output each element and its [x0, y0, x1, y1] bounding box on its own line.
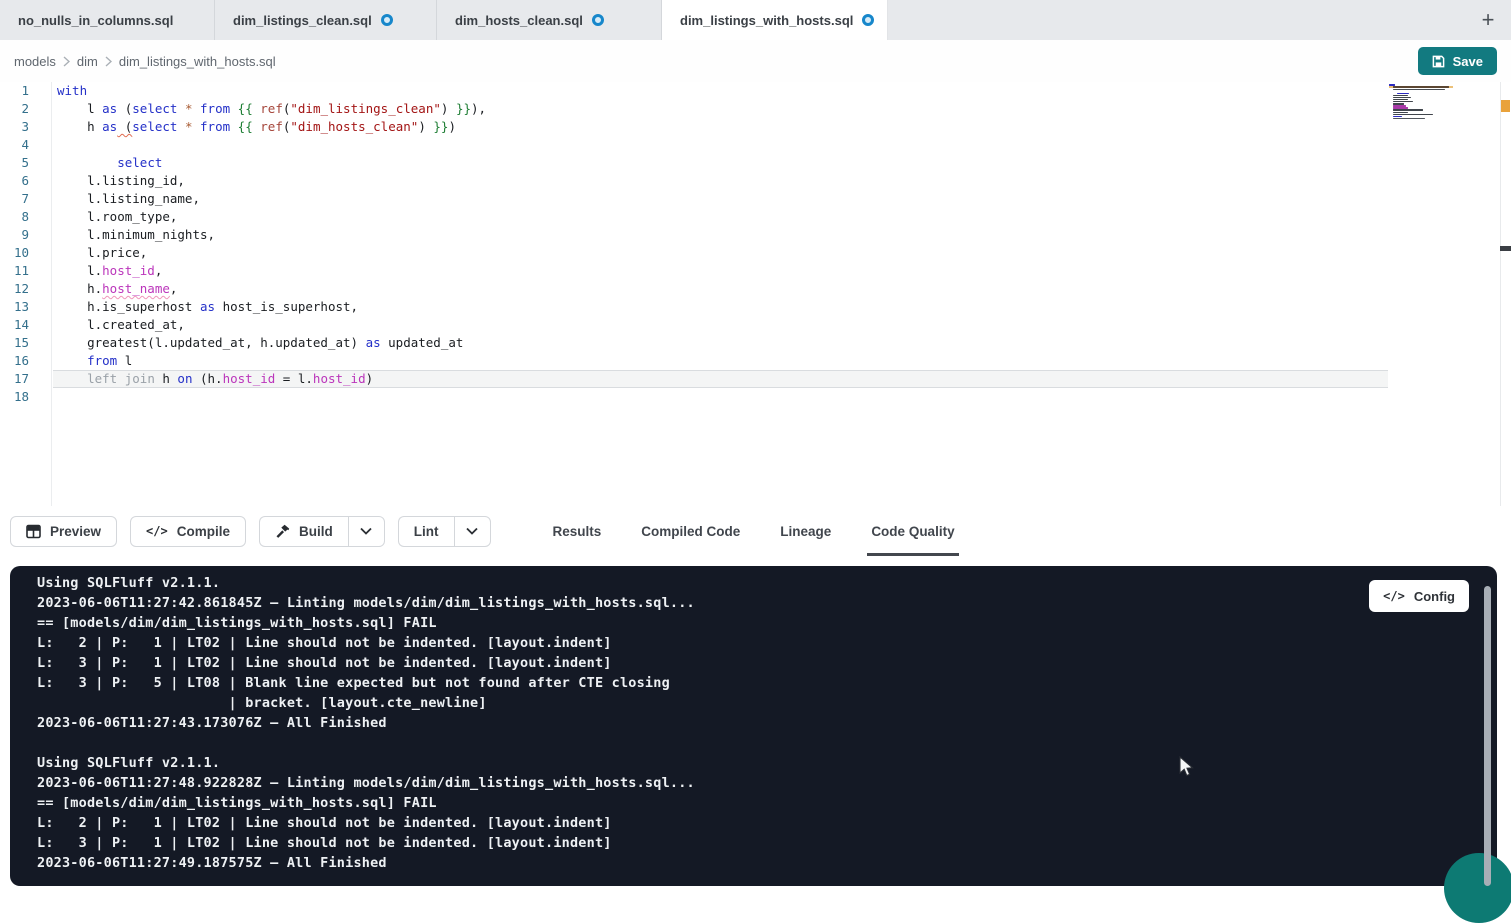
code-line-18 [53, 388, 1388, 406]
line-number: 8 [0, 208, 51, 226]
line-number: 13 [0, 298, 51, 316]
lint-button[interactable]: Lint [398, 516, 454, 547]
save-button[interactable]: Save [1418, 47, 1497, 75]
terminal-scrollbar[interactable] [1484, 586, 1491, 886]
scroll-warning-marker [1501, 100, 1510, 112]
line-number: 10 [0, 244, 51, 262]
line-number: 1 [0, 82, 51, 100]
line-number: 15 [0, 334, 51, 352]
chevron-right-icon [105, 56, 112, 67]
config-button-label: Config [1414, 589, 1455, 604]
line-number: 12 [0, 280, 51, 298]
file-tab-0[interactable]: no_nulls_in_columns.sql [0, 0, 215, 40]
code-line-10: l.price, [53, 244, 1388, 262]
scroll-annotation-strip[interactable] [1500, 82, 1511, 506]
mouse-cursor [1178, 756, 1198, 778]
scroll-position-marker [1500, 246, 1511, 251]
editor-code-area[interactable]: with l as (select * from {{ ref("dim_lis… [53, 82, 1388, 506]
file-tab-1[interactable]: dim_listings_clean.sql [215, 0, 437, 40]
lint-dropdown-button[interactable] [454, 516, 491, 547]
line-number: 7 [0, 190, 51, 208]
chevron-right-icon [63, 56, 70, 67]
panel-tab-lineage[interactable]: Lineage [776, 506, 835, 556]
code-line-9: l.minimum_nights, [53, 226, 1388, 244]
lint-button-group: Lint [398, 516, 491, 547]
line-number: 17 [0, 370, 51, 388]
file-tab-label: dim_listings_clean.sql [233, 13, 372, 28]
file-tab-label: dim_hosts_clean.sql [455, 13, 583, 28]
file-tab-label: dim_listings_with_hosts.sql [680, 13, 853, 28]
line-number: 11 [0, 262, 51, 280]
code-line-6: l.listing_id, [53, 172, 1388, 190]
panel-tab-code-quality[interactable]: Code Quality [867, 506, 958, 556]
unsaved-changes-dot-icon [381, 14, 393, 26]
action-toolbar: Preview </> Compile Build Lint Results Co… [0, 506, 1511, 556]
help-chat-bubble[interactable] [1444, 853, 1511, 923]
new-tab-button[interactable]: + [1471, 0, 1505, 40]
unsaved-changes-dot-icon [592, 14, 604, 26]
line-number: 14 [0, 316, 51, 334]
file-tab-2[interactable]: dim_hosts_clean.sql [437, 0, 662, 40]
line-number: 3 [0, 118, 51, 136]
chevron-down-icon [360, 527, 372, 535]
compile-button[interactable]: </> Compile [130, 516, 246, 547]
panel-tab-results[interactable]: Results [549, 506, 606, 556]
editor-minimap[interactable] [1389, 84, 1453, 122]
line-number: 16 [0, 352, 51, 370]
code-line-1: with [53, 82, 1388, 100]
breadcrumb-bar: models dim dim_listings_with_hosts.sql S… [0, 40, 1511, 82]
code-line-3: h as (select * from {{ ref("dim_hosts_cl… [53, 118, 1388, 136]
minimap-line [1389, 120, 1453, 122]
code-line-12: h.host_name, [53, 280, 1388, 298]
code-line-5: select [53, 154, 1388, 172]
line-number: 2 [0, 100, 51, 118]
compile-button-label: Compile [177, 524, 230, 539]
table-icon [26, 524, 41, 539]
file-tab-label: no_nulls_in_columns.sql [18, 13, 173, 28]
preview-button-label: Preview [50, 524, 101, 539]
save-button-label: Save [1453, 54, 1483, 69]
code-editor[interactable]: 123456789101112131415161718 with l as (s… [0, 82, 1511, 506]
code-line-11: l.host_id, [53, 262, 1388, 280]
code-line-17: left join h on (h.host_id = l.host_id) [53, 370, 1388, 388]
code-line-7: l.listing_name, [53, 190, 1388, 208]
breadcrumb-segment-file: dim_listings_with_hosts.sql [119, 54, 276, 69]
code-line-13: h.is_superhost as host_is_superhost, [53, 298, 1388, 316]
chevron-down-icon [466, 527, 478, 535]
breadcrumb-segment-dim: dim [77, 54, 98, 69]
line-number: 6 [0, 172, 51, 190]
panel-tab-compiled-code[interactable]: Compiled Code [637, 506, 744, 556]
lint-button-label: Lint [414, 524, 439, 539]
code-icon: </> [146, 524, 168, 538]
code-line-16: from l [53, 352, 1388, 370]
line-number: 4 [0, 136, 51, 154]
build-button[interactable]: Build [259, 516, 348, 547]
breadcrumb-segment-models: models [14, 54, 56, 69]
code-line-15: greatest(l.updated_at, h.updated_at) as … [53, 334, 1388, 352]
code-line-4 [53, 136, 1388, 154]
hammer-icon [275, 524, 290, 539]
editor-tab-bar: no_nulls_in_columns.sql dim_listings_clea… [0, 0, 1511, 40]
build-dropdown-button[interactable] [348, 516, 385, 547]
line-number: 18 [0, 388, 51, 406]
code-line-8: l.room_type, [53, 208, 1388, 226]
unsaved-changes-dot-icon [862, 14, 874, 26]
line-number: 9 [0, 226, 51, 244]
line-number: 5 [0, 154, 51, 172]
build-button-group: Build [259, 516, 385, 547]
preview-button[interactable]: Preview [10, 516, 117, 547]
file-tab-3[interactable]: dim_listings_with_hosts.sql [662, 0, 888, 40]
code-icon: </> [1383, 589, 1405, 603]
lint-output-terminal: Using SQLFluff v2.1.1. 2023-06-06T11:27:… [10, 566, 1497, 886]
code-line-2: l as (select * from {{ ref("dim_listings… [53, 100, 1388, 118]
code-line-14: l.created_at, [53, 316, 1388, 334]
save-icon [1432, 55, 1445, 68]
result-panel-tabs: Results Compiled Code Lineage Code Quality [533, 506, 975, 556]
config-button[interactable]: </> Config [1369, 580, 1469, 612]
terminal-output: Using SQLFluff v2.1.1. 2023-06-06T11:27:… [37, 573, 695, 873]
editor-gutter: 123456789101112131415161718 [0, 82, 52, 506]
build-button-label: Build [299, 524, 333, 539]
